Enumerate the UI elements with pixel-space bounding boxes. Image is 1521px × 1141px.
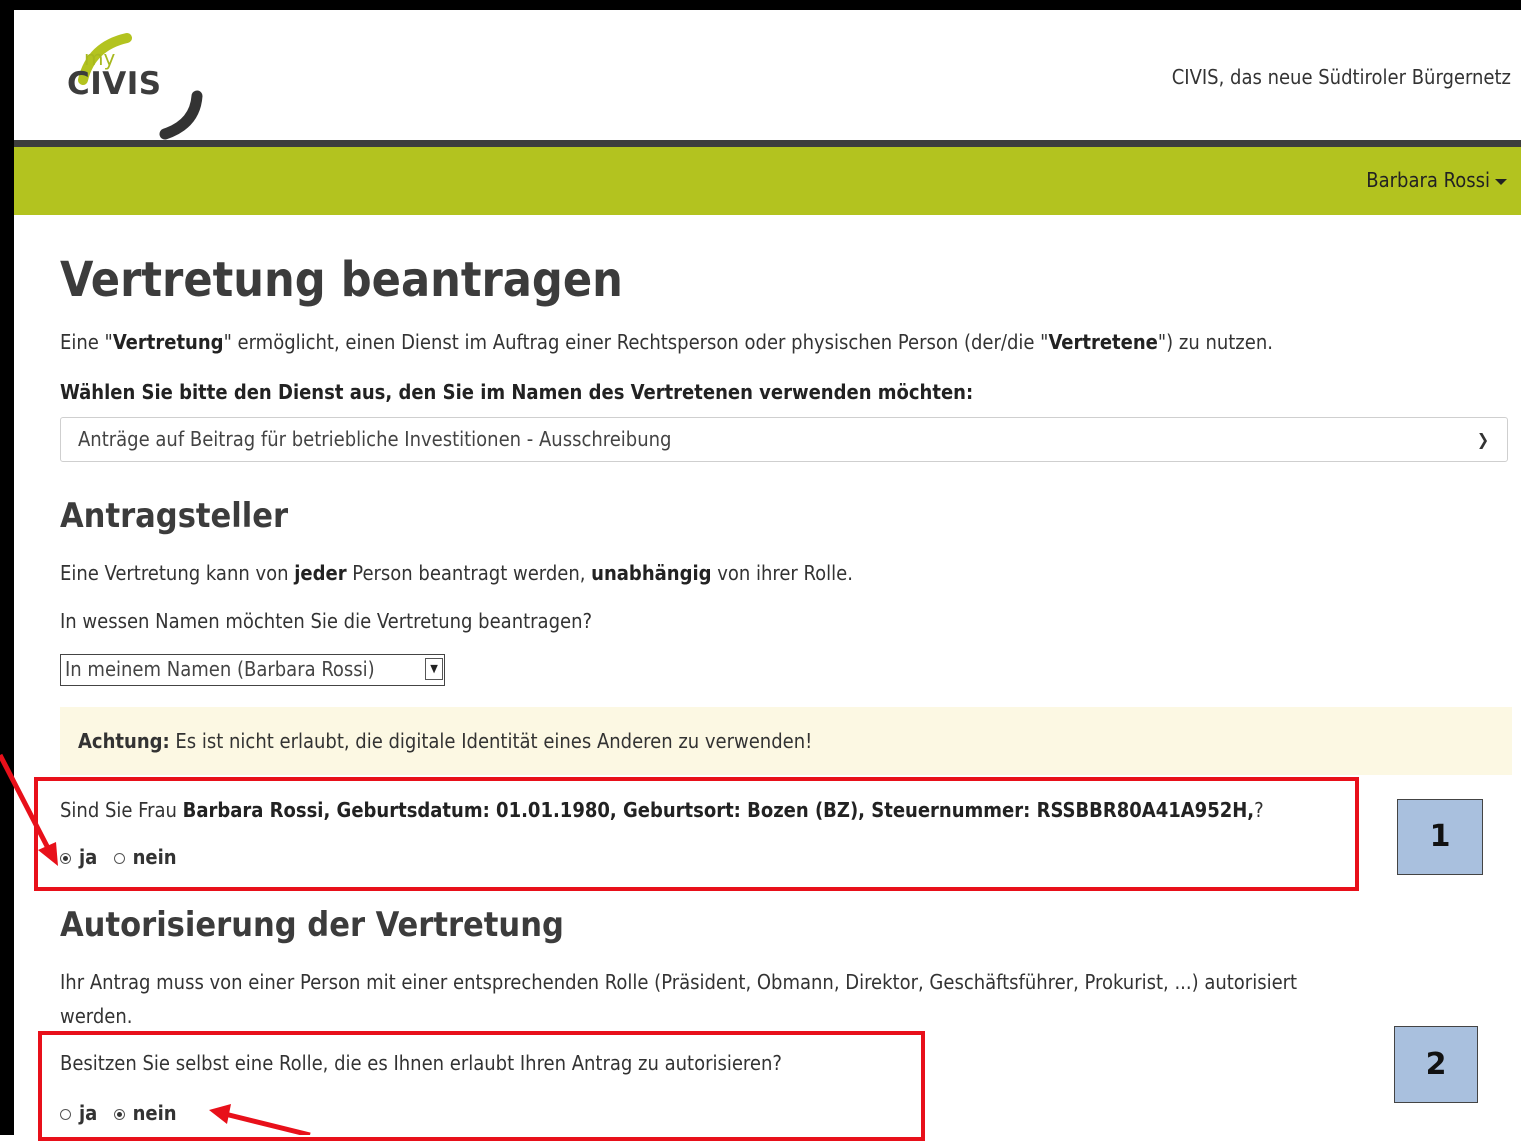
autorisierung-text-line1: Ihr Antrag muss von einer Person mit ein… <box>60 970 1298 994</box>
warning-text: Achtung: Es ist nicht erlaubt, die digit… <box>78 729 813 753</box>
user-navbar <box>14 147 1521 215</box>
logo-civis-text: CIVIS <box>67 66 162 102</box>
annotation-box-1 <box>34 777 1359 891</box>
name-select[interactable]: In meinem Namen (Barbara Rossi) ▼ <box>60 654 445 686</box>
name-question: In wessen Namen möchten Sie die Vertretu… <box>60 609 593 633</box>
annotation-label-2: 2 <box>1394 1026 1478 1103</box>
annotation-arrow-2-icon <box>209 1104 311 1135</box>
autorisierung-text-line2: werden. <box>60 1004 133 1028</box>
site-header: my CIVIS CIVIS, das neue Südtiroler Bürg… <box>14 10 1521 142</box>
service-select[interactable]: Anträge auf Beitrag für betriebliche Inv… <box>60 417 1508 462</box>
frame-left-border <box>0 0 14 1135</box>
service-select-value: Anträge auf Beitrag für betriebliche Inv… <box>78 427 672 451</box>
service-prompt: Wählen Sie bitte den Dienst aus, den Sie… <box>60 380 974 404</box>
header-tagline: CIVIS, das neue Südtiroler Bürgernetz <box>1171 65 1511 89</box>
antragsteller-heading: Antragsteller <box>60 496 289 536</box>
antragsteller-info: Eine Vertretung kann von jeder Person be… <box>60 561 853 585</box>
chevron-down-icon: ❯ <box>1476 430 1489 449</box>
page-title: Vertretung beantragen <box>60 252 623 308</box>
intro-text: Eine "Vertretung" ermöglicht, einen Dien… <box>60 330 1273 354</box>
annotation-arrow-1-icon <box>0 753 58 866</box>
dropdown-arrow-icon: ▼ <box>425 658 443 680</box>
user-menu-dropdown[interactable]: Barbara Rossi <box>1366 168 1507 192</box>
header-divider <box>14 140 1521 147</box>
autorisierung-heading: Autorisierung der Vertretung <box>60 905 564 945</box>
caret-down-icon <box>1495 178 1507 185</box>
frame-top-border <box>0 0 1521 10</box>
annotation-box-2 <box>38 1031 925 1141</box>
warning-alert: Achtung: Es ist nicht erlaubt, die digit… <box>60 707 1512 775</box>
name-select-value: In meinem Namen (Barbara Rossi) <box>65 657 375 681</box>
user-name: Barbara Rossi <box>1366 168 1490 192</box>
annotation-label-1: 1 <box>1397 799 1483 875</box>
